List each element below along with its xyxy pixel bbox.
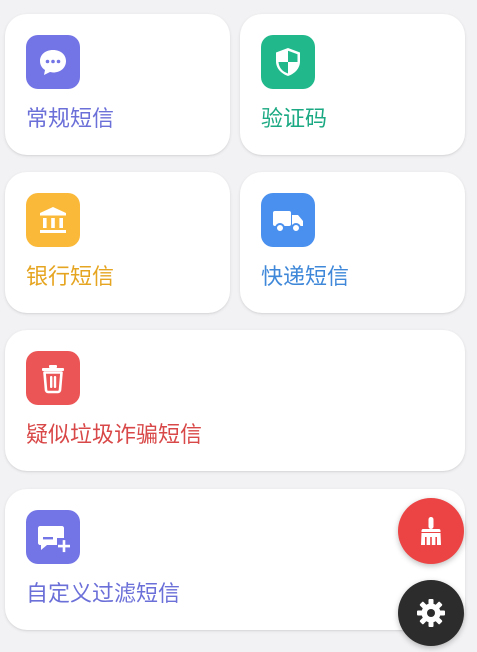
category-label-spam: 疑似垃圾诈骗短信 — [26, 423, 203, 448]
category-card-spam[interactable]: 疑似垃圾诈骗短信 — [5, 330, 465, 471]
category-label-express: 快递短信 — [261, 265, 350, 290]
category-card-general[interactable]: 常规短信 — [5, 14, 230, 155]
category-card-custom[interactable]: 自定义过滤短信 — [5, 489, 465, 630]
broom-icon — [421, 517, 441, 545]
category-card-bank[interactable]: 银行短信 — [5, 172, 230, 313]
category-card-verification[interactable]: 验证码 — [240, 14, 465, 155]
category-card-express[interactable]: 快递短信 — [240, 172, 465, 313]
gear-icon — [417, 599, 445, 627]
category-label-bank: 银行短信 — [26, 265, 115, 290]
clean-button[interactable] — [398, 498, 464, 564]
category-label-general: 常规短信 — [26, 107, 115, 132]
chat-bubble-icon — [26, 35, 80, 89]
category-label-custom: 自定义过滤短信 — [26, 582, 181, 607]
bank-icon — [26, 193, 80, 247]
message-add-icon — [26, 510, 80, 564]
trash-icon — [26, 351, 80, 405]
shield-icon — [261, 35, 315, 89]
category-label-verification: 验证码 — [261, 107, 328, 132]
settings-button[interactable] — [398, 580, 464, 646]
truck-icon — [261, 193, 315, 247]
